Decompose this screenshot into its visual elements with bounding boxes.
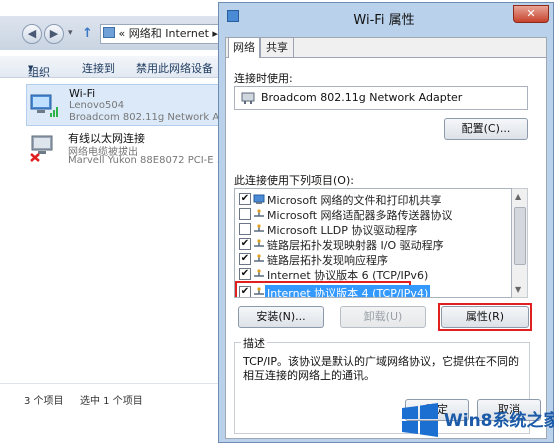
tab-content: 连接时使用: Broadcom 802.11g Network Adapter … <box>226 58 546 438</box>
wifi-properties-dialog: Wi-Fi 属性 ✕ 网络 共享 连接时使用: Broadcom 802.11g… <box>218 2 554 443</box>
protocol-icon <box>254 269 264 277</box>
properties-button[interactable]: 属性(R) <box>441 306 529 328</box>
list-item[interactable]: Microsoft LLDP 协议驱动程序 <box>237 221 509 237</box>
connection-list: Wi-Fi Lenovo504 Broadcom 802.11g Network… <box>0 78 230 383</box>
address-text: 网络和 Internet <box>128 27 209 40</box>
item-checkbox[interactable]: ✔ <box>239 238 251 250</box>
protocol-icon <box>254 287 264 295</box>
network-icon <box>227 10 239 22</box>
tab-sharing[interactable]: 共享 <box>260 37 294 57</box>
list-item[interactable]: ✔ Internet 协议版本 6 (TCP/IPv6) <box>237 266 509 282</box>
protocol-icon <box>254 209 264 217</box>
protocol-icon <box>254 224 264 232</box>
uninstall-button[interactable]: 卸载(U) <box>340 306 426 328</box>
network-folder-icon <box>103 27 115 38</box>
adapter-icon <box>241 92 255 104</box>
scroll-down-icon[interactable]: ▼ <box>515 285 521 294</box>
disable-device-button[interactable]: 禁用此网络设备 <box>136 60 213 76</box>
up-arrow-icon[interactable]: ↑ <box>82 26 96 42</box>
configure-button[interactable]: 配置(C)... <box>444 118 528 140</box>
scroll-up-icon[interactable]: ▲ <box>515 192 521 201</box>
list-item[interactable]: ✔ 链路层拓扑发现响应程序 <box>237 251 509 267</box>
forward-arrow-icon: ▶ <box>49 27 59 40</box>
adapter-field: Broadcom 802.11g Network Adapter <box>234 86 528 110</box>
wifi-connection-item[interactable]: Wi-Fi Lenovo504 Broadcom 802.11g Network… <box>26 84 226 126</box>
connection-adapter: Marvell Yukon 88E8072 PCI-E ... <box>68 155 224 166</box>
adapter-name: Broadcom 802.11g Network Adapter <box>261 91 463 104</box>
connection-name: Wi-Fi <box>69 87 96 100</box>
description-label: 描述 <box>241 335 267 351</box>
back-button[interactable]: ◀ <box>22 24 42 44</box>
item-checkbox[interactable]: ✔ <box>239 253 251 265</box>
chevron-down-icon: ▼ <box>28 64 34 72</box>
protocol-icon <box>254 254 264 262</box>
tab-network[interactable]: 网络 <box>228 37 260 58</box>
protocol-icon <box>254 239 264 247</box>
dialog-title: Wi-Fi 属性 <box>353 13 415 28</box>
back-arrow-icon: ◀ <box>27 27 37 40</box>
connection-network: Lenovo504 <box>69 100 125 111</box>
item-checkbox[interactable] <box>239 223 251 235</box>
dialog-titlebar: Wi-Fi 属性 ✕ <box>219 3 553 33</box>
watermark: Win8系统之家 <box>396 398 554 443</box>
item-count: 3 个项目 <box>24 396 64 407</box>
list-item[interactable]: ✔ Microsoft 网络的文件和打印机共享 <box>237 191 509 207</box>
connect-to-button[interactable]: 连接到 <box>82 60 115 76</box>
scroll-thumb[interactable] <box>514 207 526 265</box>
address-bar[interactable]: « 网络和 Internet ▸ <box>100 24 230 44</box>
item-checkbox[interactable]: ✔ <box>239 193 251 205</box>
dialog-panel: 网络 共享 连接时使用: Broadcom 802.11g Network Ad… <box>225 37 547 439</box>
wifi-adapter-icon <box>30 94 58 117</box>
status-bar: 3 个项目 选中 1 个项目 <box>0 383 230 443</box>
address-prefix: « <box>118 27 126 40</box>
close-icon: ✕ <box>526 7 536 20</box>
item-checkbox[interactable]: ✔ <box>239 286 251 297</box>
connect-using-label: 连接时使用: <box>234 72 293 85</box>
list-item-selected[interactable]: ✔ Internet 协议版本 4 (TCP/IPv4) <box>235 281 431 297</box>
ethernet-adapter-icon <box>30 135 53 162</box>
service-icon <box>253 194 265 204</box>
recent-dropdown-icon[interactable]: ▾ <box>68 28 78 40</box>
forward-button[interactable]: ▶ <box>44 24 64 44</box>
item-checkbox[interactable]: ✔ <box>239 268 251 280</box>
list-item[interactable]: ✔ 链路层拓扑发现映射器 I/O 驱动程序 <box>237 236 509 252</box>
install-button[interactable]: 安装(N)... <box>238 306 324 328</box>
ethernet-connection-item[interactable]: 有线以太网连接 网络电缆被拔出 Marvell Yukon 88E8072 PC… <box>26 128 226 170</box>
explorer-toolbar: 组织 ▼ 连接到 禁用此网络设备 <box>0 56 230 79</box>
items-scrollbar[interactable]: ▲ ▼ <box>512 188 528 298</box>
description-text: TCP/IP。该协议是默认的广域网络协议，它提供在不同的相互连接的网络上的通讯。 <box>243 355 519 382</box>
list-item[interactable]: Microsoft 网络适配器多路传送器协议 <box>237 206 509 222</box>
windows-logo-icon <box>402 403 438 437</box>
watermark-text: Win8系统之家 <box>444 411 554 431</box>
item-label: Internet 协议版本 4 (TCP/IPv4) <box>265 285 431 297</box>
connection-adapter: Broadcom 802.11g Network A... <box>69 112 225 123</box>
items-list: ✔ Microsoft 网络的文件和打印机共享 Microsoft 网络适配器多… <box>234 188 512 298</box>
selected-count: 选中 1 个项目 <box>80 396 143 407</box>
items-label: 此连接使用下列项目(O): <box>234 174 354 187</box>
close-button[interactable]: ✕ <box>513 5 549 23</box>
item-checkbox[interactable] <box>239 208 251 220</box>
